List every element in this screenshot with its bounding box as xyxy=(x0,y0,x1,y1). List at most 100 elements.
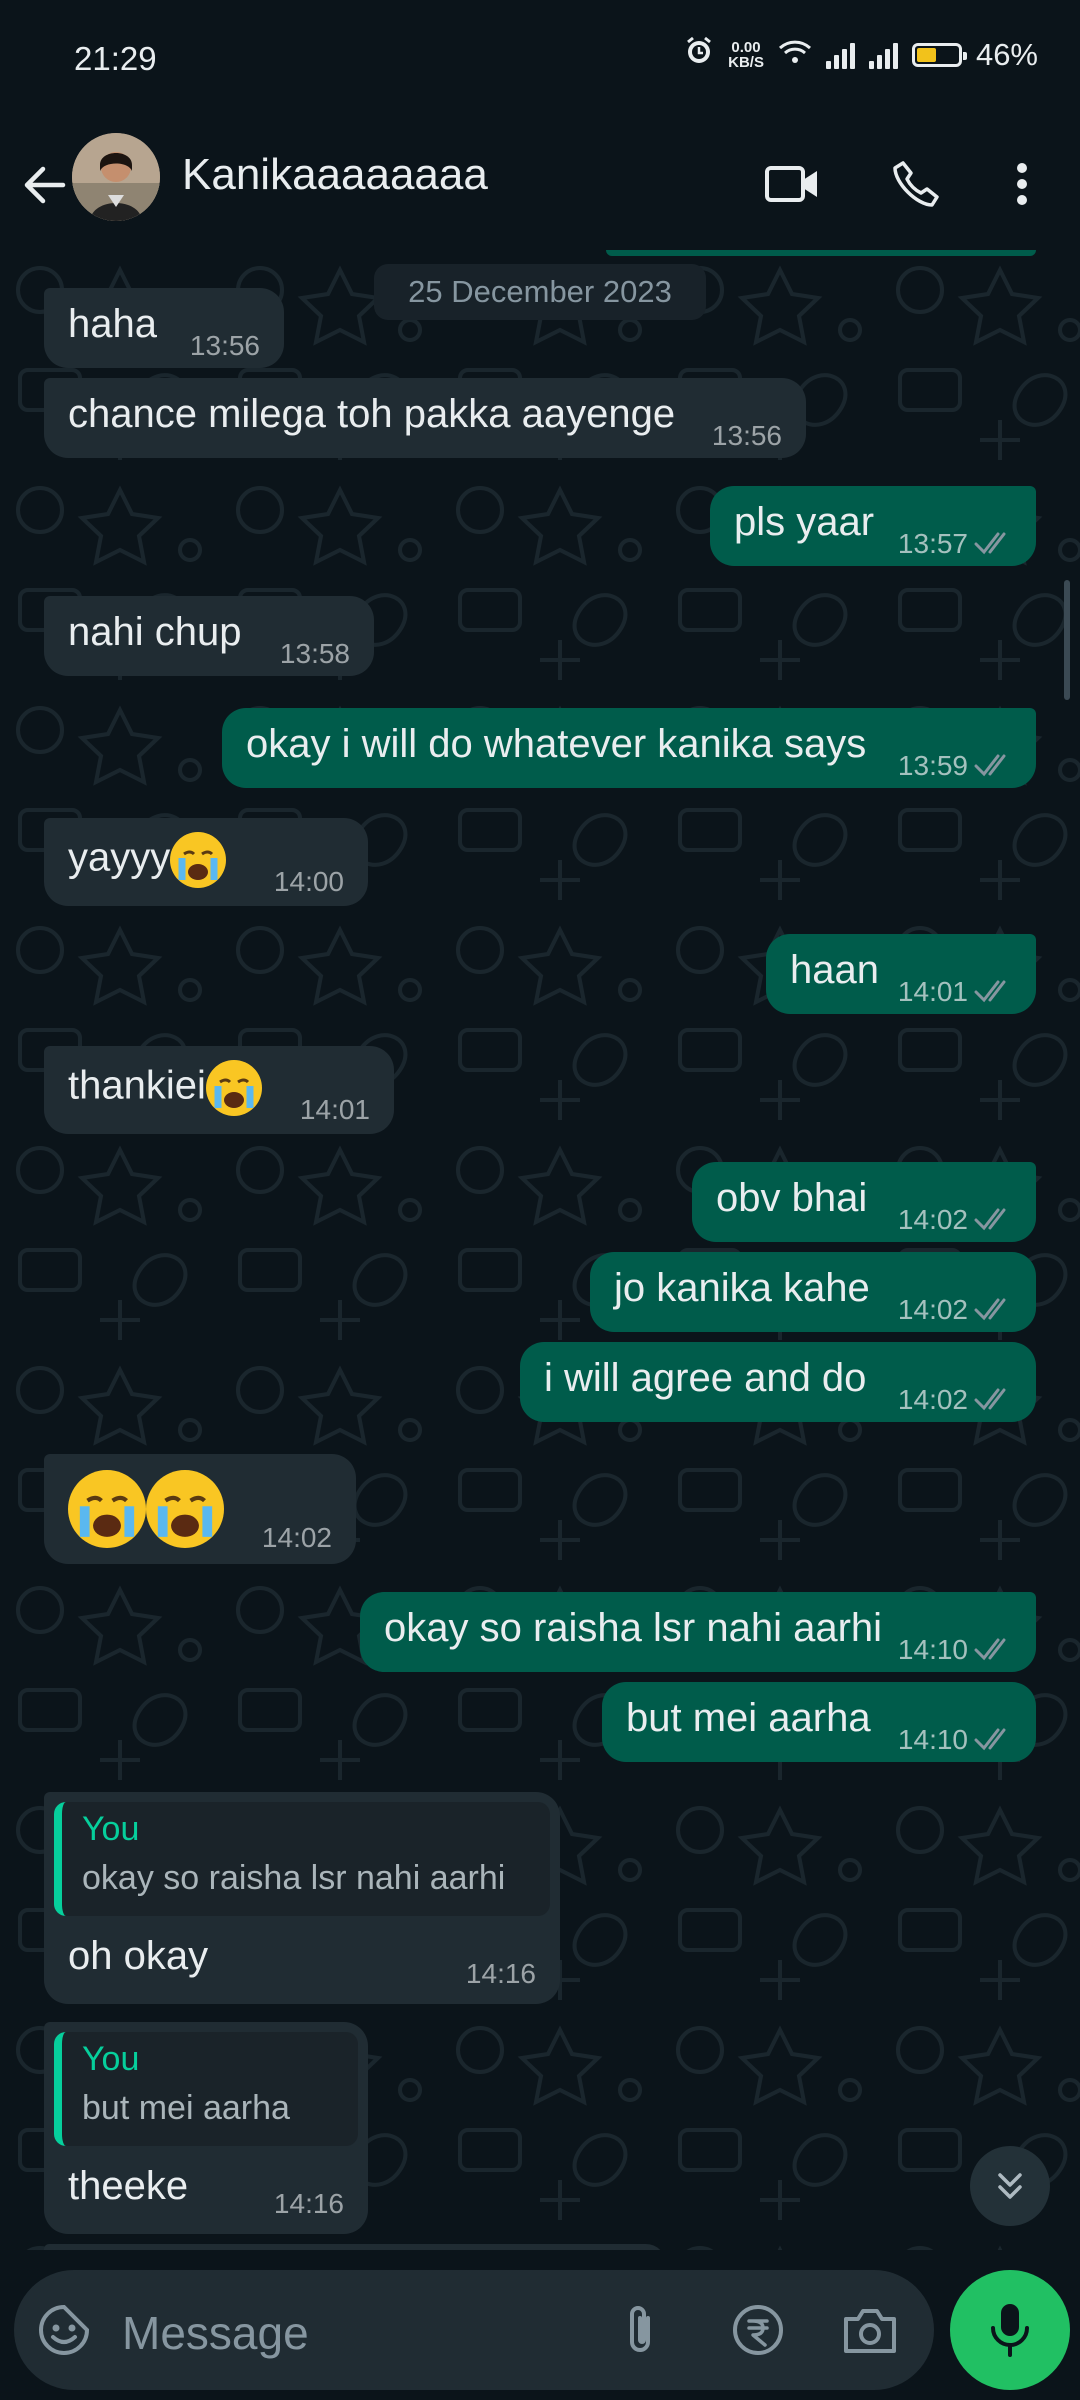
more-options-button[interactable] xyxy=(992,152,1052,216)
message-bubble-incoming[interactable]: nahi chup 13:58 xyxy=(44,596,374,676)
scroll-down-icon xyxy=(998,2173,1022,2199)
message-text: nahi chup xyxy=(68,610,242,654)
message-text: chance milega toh pakka aayenge xyxy=(68,392,676,436)
quote-text: but mei aarha xyxy=(82,2089,290,2127)
next-message-bubble[interactable] xyxy=(44,2244,666,2250)
payment-button[interactable] xyxy=(726,2298,790,2362)
sticker-button[interactable] xyxy=(32,2298,96,2362)
message-time: 14:10 xyxy=(897,1634,968,1665)
message-text: pls yaar xyxy=(734,500,875,544)
wifi-icon xyxy=(778,37,812,73)
message-time: 13:56 xyxy=(711,420,782,451)
message-text: i will agree and do xyxy=(544,1356,867,1400)
camera-button[interactable] xyxy=(838,2298,902,2362)
attach-button[interactable] xyxy=(608,2298,672,2362)
message-text: jo kanika kahe xyxy=(614,1266,870,1310)
read-receipt-icon xyxy=(974,532,1006,555)
scroll-to-bottom-button[interactable] xyxy=(970,2146,1050,2226)
crying-face-emoji xyxy=(68,1470,146,1548)
emoji-message xyxy=(68,1470,224,1548)
back-button[interactable] xyxy=(18,158,72,212)
reply-message-bubble[interactable]: You okay so raisha lsr nahi aarhi oh oka… xyxy=(44,1792,560,2004)
message-time: 14:00 xyxy=(273,866,344,897)
quoted-message[interactable]: You but mei aarha xyxy=(54,2032,358,2146)
message-bubble-outgoing[interactable]: i will agree and do 14:02 xyxy=(520,1342,1036,1422)
crying-face-emoji xyxy=(146,1470,224,1548)
battery-icon xyxy=(911,43,967,67)
read-receipt-icon xyxy=(974,1638,1006,1661)
crying-face-emoji xyxy=(205,1060,262,1116)
quoted-message[interactable]: You okay so raisha lsr nahi aarhi xyxy=(54,1802,550,1916)
contact-name[interactable]: Kanikaaaaaaaa xyxy=(182,150,488,200)
message-bubble-outgoing[interactable]: okay so raisha lsr nahi aarhi 14:10 xyxy=(360,1592,1036,1672)
message-text: okay so raisha lsr nahi aarhi xyxy=(384,1606,883,1650)
voice-message-button[interactable] xyxy=(950,2270,1070,2390)
read-receipt-icon xyxy=(974,1728,1006,1751)
message-time: 14:02 xyxy=(897,1384,968,1415)
alarm-icon xyxy=(684,36,714,74)
message-time: 13:58 xyxy=(279,638,350,669)
message-bubble-outgoing[interactable]: jo kanika kahe 14:02 xyxy=(590,1252,1036,1332)
message-time: 14:02 xyxy=(897,1294,968,1325)
crying-face-emoji xyxy=(170,832,227,888)
message-time: 13:56 xyxy=(189,330,260,361)
message-time: 14:10 xyxy=(897,1724,968,1755)
message-bubble-outgoing[interactable]: haan 14:01 xyxy=(766,934,1036,1014)
message-bubble-incoming[interactable]: thankiei 14:01 xyxy=(44,1046,394,1134)
voice-call-button[interactable] xyxy=(884,152,948,216)
message-time: 14:01 xyxy=(299,1094,370,1125)
message-input[interactable]: Message xyxy=(122,2306,309,2360)
message-bubble-outgoing[interactable]: but mei aarha 14:10 xyxy=(602,1682,1036,1762)
message-text: thankiei xyxy=(68,1063,206,1108)
message-time: 13:57 xyxy=(897,528,968,559)
sticker-icon xyxy=(39,2304,90,2355)
more-options-icon xyxy=(1017,163,1027,205)
video-call-icon xyxy=(765,166,817,202)
read-receipt-icon xyxy=(974,1298,1006,1321)
avatar[interactable] xyxy=(72,133,160,221)
chat-header: Kanikaaaaaaaa xyxy=(0,120,1080,252)
status-bar: 21:29 0.00 KB/S 46% xyxy=(0,0,1080,120)
message-bubble-incoming[interactable]: yayyy 14:00 xyxy=(44,818,368,906)
message-text-with-emoji: thankiei xyxy=(68,1060,262,1116)
message-time: 14:16 xyxy=(465,1958,536,1989)
read-receipt-icon xyxy=(974,980,1006,1003)
message-bubble-incoming[interactable]: haha 13:56 xyxy=(44,288,284,368)
message-text: haha xyxy=(68,302,157,346)
scrollbar[interactable] xyxy=(1064,580,1070,700)
reply-message-bubble[interactable]: You but mei aarha theeke 14:16 xyxy=(44,2022,368,2234)
net-speed: 0.00 KB/S xyxy=(728,40,764,70)
message-text: but mei aarha xyxy=(626,1696,871,1740)
message-time: 14:01 xyxy=(897,976,968,1007)
message-bubble-outgoing[interactable]: obv bhai 14:02 xyxy=(692,1162,1036,1242)
message-bubble-incoming[interactable]: 14:02 xyxy=(44,1454,356,1564)
battery-percent: 46% xyxy=(975,37,1038,72)
rupee-payment-icon xyxy=(733,2305,783,2355)
chat-area[interactable]: 25 December 2023 haha 13:56 chance mileg… xyxy=(0,250,1080,2250)
message-bubble-outgoing[interactable]: pls yaar 13:57 xyxy=(710,486,1036,566)
net-speed-unit: KB/S xyxy=(728,54,764,71)
quote-text: okay so raisha lsr nahi aarhi xyxy=(82,1859,506,1897)
read-receipt-icon xyxy=(974,1388,1006,1411)
status-icons: 0.00 KB/S 46% xyxy=(684,36,1038,74)
message-input-bar: Message xyxy=(14,2270,934,2390)
message-text: haan xyxy=(790,948,879,992)
date-chip: 25 December 2023 xyxy=(374,264,706,320)
message-time: 14:16 xyxy=(273,2188,344,2219)
message-bubble-incoming[interactable]: chance milega toh pakka aayenge 13:56 xyxy=(44,378,806,458)
voice-call-icon xyxy=(893,161,939,207)
read-receipt-icon xyxy=(974,754,1006,777)
previous-message-bubble[interactable] xyxy=(606,250,1036,256)
message-text: obv bhai xyxy=(716,1176,868,1220)
signal-icon xyxy=(868,41,898,69)
message-text: oh okay xyxy=(68,1934,209,1978)
camera-icon xyxy=(844,2309,896,2353)
read-receipt-icon xyxy=(974,1208,1006,1231)
message-time: 14:02 xyxy=(261,1522,332,1553)
mic-icon xyxy=(991,2304,1029,2357)
message-text: okay i will do whatever kanika says xyxy=(246,722,867,766)
attach-icon xyxy=(630,2306,650,2352)
message-bubble-outgoing[interactable]: okay i will do whatever kanika says 13:5… xyxy=(222,708,1036,788)
video-call-button[interactable] xyxy=(760,152,824,216)
message-text: yayyy xyxy=(68,835,171,880)
